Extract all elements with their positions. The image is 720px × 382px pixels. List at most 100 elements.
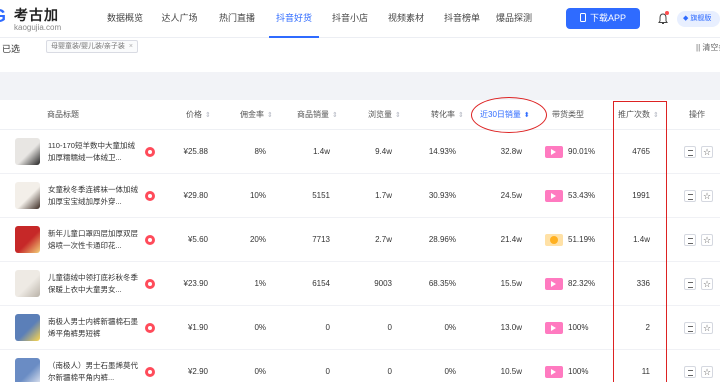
- clear-filters-button[interactable]: || 清空条件: [696, 42, 720, 53]
- col-sales[interactable]: 商品销量 ⇕: [297, 100, 338, 130]
- filter-tag-label: 母婴童装/婴儿装/亲子装: [51, 43, 125, 50]
- star-icon[interactable]: ☆: [701, 278, 713, 290]
- type-percent: 53.43%: [568, 191, 596, 200]
- product-thumbnail[interactable]: [15, 270, 40, 297]
- col-actions: 操作: [689, 110, 705, 119]
- star-icon[interactable]: ☆: [701, 366, 713, 378]
- brand-domain: kaogujia.com: [14, 23, 62, 32]
- sales30-value: 21.4w: [500, 235, 522, 244]
- sales30-value: 15.5w: [500, 279, 522, 288]
- views-value: 1.7w: [375, 191, 392, 200]
- views-value: 9003: [374, 279, 392, 288]
- product-thumbnail[interactable]: [15, 358, 40, 382]
- sort-icon: ⇕: [267, 112, 273, 119]
- douyin-icon: [145, 235, 155, 245]
- product-title[interactable]: 女童秋冬季连裤袜一体加绒加厚宝宝绒加厚外穿...: [48, 184, 140, 208]
- douyin-icon: [145, 279, 155, 289]
- product-thumbnail[interactable]: [15, 138, 40, 165]
- views-value: 2.7w: [375, 235, 392, 244]
- brand-logo[interactable]: G 考古加 kaogujia.com: [0, 4, 70, 34]
- nav-item[interactable]: 抖音好货: [265, 0, 323, 38]
- close-icon[interactable]: ×: [129, 43, 133, 50]
- douyin-icon: [145, 323, 155, 333]
- star-icon[interactable]: ☆: [701, 234, 713, 246]
- table-row[interactable]: 儿童德绒中领打底衫秋冬季保暖上衣中大童男女... ¥23.90 1% 6154 9003…: [0, 262, 720, 306]
- conversion-value: 30.93%: [428, 191, 456, 200]
- list-icon[interactable]: [684, 366, 696, 378]
- vip-label: 旗舰版: [690, 15, 712, 22]
- filter-tag[interactable]: 母婴童装/婴儿装/亲子装 ×: [46, 40, 138, 53]
- star-icon[interactable]: ☆: [701, 322, 713, 334]
- product-thumbnail[interactable]: [15, 226, 40, 253]
- notification-bell-icon[interactable]: [658, 11, 669, 24]
- table-row[interactable]: 南极人男士内裤新疆棉石墨烯平角裤男短裤 ¥1.90 0% 0 0 0% 13.0w 100% 2…: [0, 306, 720, 350]
- type-percent: 100%: [568, 323, 589, 332]
- product-title[interactable]: 南极人男士内裤新疆棉石墨烯平角裤男短裤: [48, 316, 140, 340]
- views-value: 9.4w: [375, 147, 392, 156]
- phone-icon: [579, 13, 586, 22]
- sort-icon: ⇕: [205, 112, 211, 119]
- main-nav: 数据概览 达人广场 热门直播 抖音好货 抖音小店 视频素材 抖音榜单 爆品探测: [100, 0, 539, 38]
- sort-icon: ⇕: [458, 112, 464, 119]
- sales-value: 5151: [312, 191, 330, 200]
- product-title[interactable]: （南极人）男士石墨烯莫代尔新疆棉平角内裤...: [48, 360, 140, 382]
- star-icon[interactable]: ☆: [701, 146, 713, 158]
- price-value: ¥23.90: [183, 279, 208, 288]
- conversion-value: 0%: [444, 367, 456, 376]
- brand-mark-icon: G: [0, 6, 8, 26]
- download-app-button[interactable]: 下载APP: [566, 8, 640, 29]
- brand-name: 考古加: [14, 7, 59, 23]
- annotation-oval: [471, 97, 547, 133]
- commission-value: 0%: [254, 323, 266, 332]
- table-row[interactable]: 新年儿童口罩四层加厚双层熔喷一次性卡通印花... ¥5.60 20% 7713 2.7w…: [0, 218, 720, 262]
- nav-item[interactable]: 达人广场: [150, 0, 209, 38]
- nav-item[interactable]: 抖音榜单: [435, 0, 489, 38]
- top-navigation-bar: G 考古加 kaogujia.com 数据概览达人广场热门直播抖音好货抖音小店视…: [0, 0, 720, 38]
- col-conversion[interactable]: 转化率 ⇕: [431, 100, 464, 130]
- type-percent: 82.32%: [568, 279, 596, 288]
- table-row[interactable]: （南极人）男士石墨烯莫代尔新疆棉平角内裤... ¥2.90 0% 0 0 0% 10.5w 1…: [0, 350, 720, 382]
- sales-value: 0: [325, 323, 330, 332]
- price-value: ¥5.60: [187, 235, 208, 244]
- product-title[interactable]: 110-170短羊数中大童加绒加厚糯糯绒一体绒卫...: [48, 140, 140, 164]
- commission-value: 20%: [249, 235, 266, 244]
- nav-item[interactable]: 视频素材: [377, 0, 435, 38]
- col-commission[interactable]: 佣金率 ⇕: [240, 100, 273, 130]
- col-conversion-label: 转化率: [431, 110, 455, 119]
- nav-item[interactable]: 爆品探测: [489, 0, 539, 38]
- product-table: 商品标题 价格 ⇕ 佣金率 ⇕ 商品销量 ⇕ 浏览量 ⇕ 转化率 ⇕ 近30日销量 ⬍ 带货…: [0, 100, 720, 382]
- list-icon[interactable]: [684, 234, 696, 246]
- sales30-value: 10.5w: [500, 367, 522, 376]
- col-views[interactable]: 浏览量 ⇕: [368, 100, 401, 130]
- douyin-icon: [145, 147, 155, 157]
- sales30-value: 13.0w: [500, 323, 522, 332]
- nav-item[interactable]: 数据概览: [100, 0, 150, 38]
- product-thumbnail[interactable]: [15, 182, 40, 209]
- star-icon[interactable]: ☆: [701, 190, 713, 202]
- nav-item[interactable]: 抖音小店: [323, 0, 377, 38]
- views-value: 0: [387, 367, 392, 376]
- col-price[interactable]: 价格 ⇕: [186, 100, 211, 130]
- list-icon[interactable]: [684, 190, 696, 202]
- nav-item[interactable]: 热门直播: [209, 0, 265, 38]
- product-title[interactable]: 儿童德绒中领打底衫秋冬季保暖上衣中大童男女...: [48, 272, 140, 296]
- list-icon[interactable]: [684, 146, 696, 158]
- list-icon[interactable]: [684, 278, 696, 290]
- conversion-value: 68.35%: [428, 279, 456, 288]
- table-row[interactable]: 女童秋冬季连裤袜一体加绒加厚宝宝绒加厚外穿... ¥29.80 10% 5151 1.7…: [0, 174, 720, 218]
- commission-value: 8%: [254, 147, 266, 156]
- list-icon[interactable]: [684, 322, 696, 334]
- selected-filters-label: 已选: [2, 44, 21, 54]
- sales-value: 7713: [312, 235, 330, 244]
- product-title[interactable]: 新年儿童口罩四层加厚双层熔喷一次性卡通印花...: [48, 228, 140, 252]
- conversion-value: 28.96%: [428, 235, 456, 244]
- sales-value: 1.4w: [313, 147, 330, 156]
- vip-badge[interactable]: ◆ 旗舰版: [677, 11, 720, 27]
- sort-icon: ⇕: [395, 112, 401, 119]
- col-commission-label: 佣金率: [240, 110, 264, 119]
- table-row[interactable]: 110-170短羊数中大童加绒加厚糯糯绒一体绒卫... ¥25.88 8% 1.4w 9…: [0, 130, 720, 174]
- download-app-label: 下载APP: [589, 13, 626, 23]
- video-type-icon: [545, 322, 563, 334]
- views-value: 0: [387, 323, 392, 332]
- product-thumbnail[interactable]: [15, 314, 40, 341]
